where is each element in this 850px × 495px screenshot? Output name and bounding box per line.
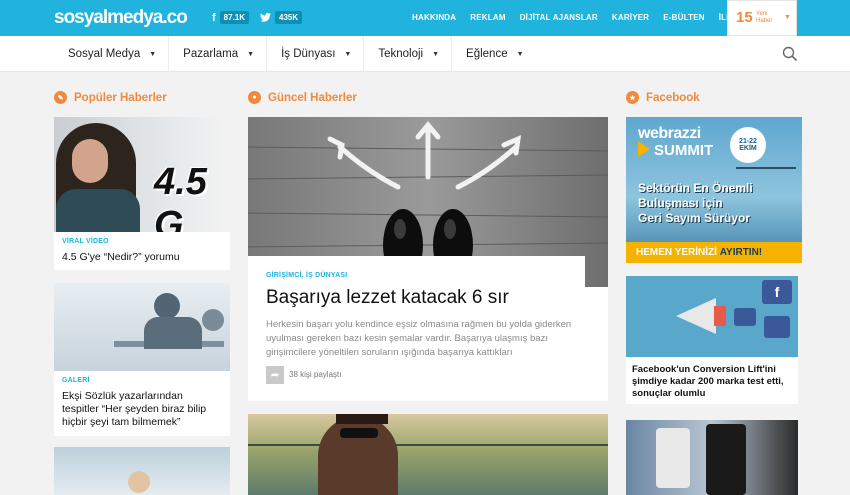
section-current-title: Güncel Haberler xyxy=(268,91,357,104)
chevron-down-icon: ▼ xyxy=(784,14,791,21)
nav-e-bulten[interactable]: E-BÜLTEN xyxy=(663,13,704,22)
webrazzi-summit-ad[interactable]: webrazzi SUMMIT 21-22 EKİM Sektörün En Ö… xyxy=(626,117,802,263)
popular-card-3[interactable] xyxy=(54,447,230,495)
new-news-count: 15 xyxy=(736,9,753,26)
star-icon: ★ xyxy=(626,91,639,104)
featured-title[interactable]: Başarıya lezzet katacak 6 sır xyxy=(266,287,509,309)
ad-date-badge: 21-22 EKİM xyxy=(730,127,766,163)
category-bar: Sosyal Medya ▼ Pazarlama ▼ İş Dünyası ▼ Tek… xyxy=(0,36,850,72)
section-popular-title: Popüler Haberler xyxy=(74,91,167,104)
category-nav: Sosyal Medya ▼ Pazarlama ▼ İş Dünyası ▼ Tek… xyxy=(54,36,536,72)
share-icon: ➦ xyxy=(270,369,280,381)
category-eglence[interactable]: Eğlence ▼ xyxy=(452,36,536,72)
video-thumbnail: 4.5 G xyxy=(54,117,230,232)
caret-down-icon: ▼ xyxy=(432,50,440,58)
category-sosyal-medya[interactable]: Sosyal Medya ▼ xyxy=(54,36,170,72)
caret-down-icon: ▼ xyxy=(247,50,255,58)
section-facebook-title: Facebook xyxy=(646,91,700,104)
twitter-count: 435K xyxy=(275,11,303,24)
section-facebook: ★ Facebook xyxy=(626,91,700,104)
caret-down-icon: ▼ xyxy=(516,50,524,58)
pencil-icon: ✎ xyxy=(54,91,67,104)
ad-event: SUMMIT xyxy=(654,142,714,159)
new-news-label: Yeni Haber xyxy=(756,11,773,24)
ad-cta[interactable]: HEMEN YERİNİZİ AYIRTIN! xyxy=(626,242,802,263)
megaphone-icon xyxy=(676,298,716,334)
share-count: 38 kişi paylaştı xyxy=(289,370,342,379)
facebook-conversion-image: f xyxy=(626,276,798,357)
top-bar: sosyalmedya.co f 87.1K 435K HAKKINDA REK… xyxy=(0,0,850,36)
site-logo[interactable]: sosyalmedya.co xyxy=(54,7,188,29)
facebook-icon: f xyxy=(762,280,792,304)
nav-hakkinda[interactable]: HAKKINDA xyxy=(412,13,456,22)
nav-dijital-ajanslar[interactable]: DİJİTAL AJANSLAR xyxy=(520,13,598,22)
section-popular: ✎ Popüler Haberler xyxy=(54,91,167,104)
like-icon xyxy=(764,316,790,338)
flame-icon: ● xyxy=(248,91,261,104)
share-button[interactable]: ➦ xyxy=(266,366,284,384)
popular-card-1[interactable]: 4.5 G VİRAL VİDEO 4.5 G'ye “Nedir?” yoru… xyxy=(54,117,230,270)
new-news-dropdown[interactable]: 15 Yeni Haber ▼ xyxy=(727,0,797,36)
nav-reklam[interactable]: REKLAM xyxy=(470,13,505,22)
featured-excerpt: Herkesin başarı yolu kendince eşsiz olma… xyxy=(266,319,572,358)
featured-card[interactable]: GİRİŞİMCİ, İŞ DÜNYASI Başarıya lezzet ka… xyxy=(248,256,585,401)
tech-article-image[interactable] xyxy=(626,420,798,495)
facebook-card[interactable]: f Facebook'un Conversion Lift'ini şimdiy… xyxy=(626,276,798,404)
like-icon xyxy=(734,308,756,326)
popular-card-1-title[interactable]: 4.5 G'ye “Nedir?” yorumu xyxy=(62,251,180,264)
facebook-count: 87.1K xyxy=(219,11,250,24)
category-teknoloji[interactable]: Teknoloji ▼ xyxy=(364,36,453,72)
popular-card-2-tag[interactable]: GALERİ xyxy=(62,377,90,384)
video-overlay-text: 4.5 G xyxy=(154,161,207,232)
facebook-follow[interactable]: f 87.1K xyxy=(212,11,250,24)
top-nav: HAKKINDA REKLAM DİJİTAL AJANSLAR KARİYER… xyxy=(412,13,768,22)
twitter-follow[interactable]: 435K xyxy=(260,11,303,24)
popular-card-2-title[interactable]: Ekşi Sözlük yazarlarından tespitler “Her… xyxy=(62,390,206,429)
play-icon xyxy=(638,141,650,157)
popular-card-1-tag[interactable]: VİRAL VİDEO xyxy=(62,238,109,245)
caret-down-icon: ▼ xyxy=(149,50,157,58)
facebook-card-title[interactable]: Facebook'un Conversion Lift'ini şimdiye … xyxy=(632,364,784,400)
facebook-icon: f xyxy=(212,11,216,24)
category-is-dunyasi[interactable]: İş Dünyası ▼ xyxy=(267,36,365,72)
caret-down-icon: ▼ xyxy=(344,50,352,58)
search-icon[interactable] xyxy=(782,46,798,62)
category-pazarlama[interactable]: Pazarlama ▼ xyxy=(169,36,268,72)
second-article-image[interactable] xyxy=(248,414,608,495)
nav-kariyer[interactable]: KARİYER xyxy=(612,13,649,22)
gallery-thumbnail xyxy=(54,283,230,371)
featured-tag[interactable]: GİRİŞİMCİ, İŞ DÜNYASI xyxy=(266,272,347,279)
ad-headline: Sektörün En Önemli Buluşması için Geri S… xyxy=(638,181,753,225)
section-current: ● Güncel Haberler xyxy=(248,91,357,104)
popular-card-2[interactable]: GALERİ Ekşi Sözlük yazarlarından tespitl… xyxy=(54,283,230,436)
twitter-icon xyxy=(260,13,271,22)
office-thumbnail xyxy=(54,447,230,495)
